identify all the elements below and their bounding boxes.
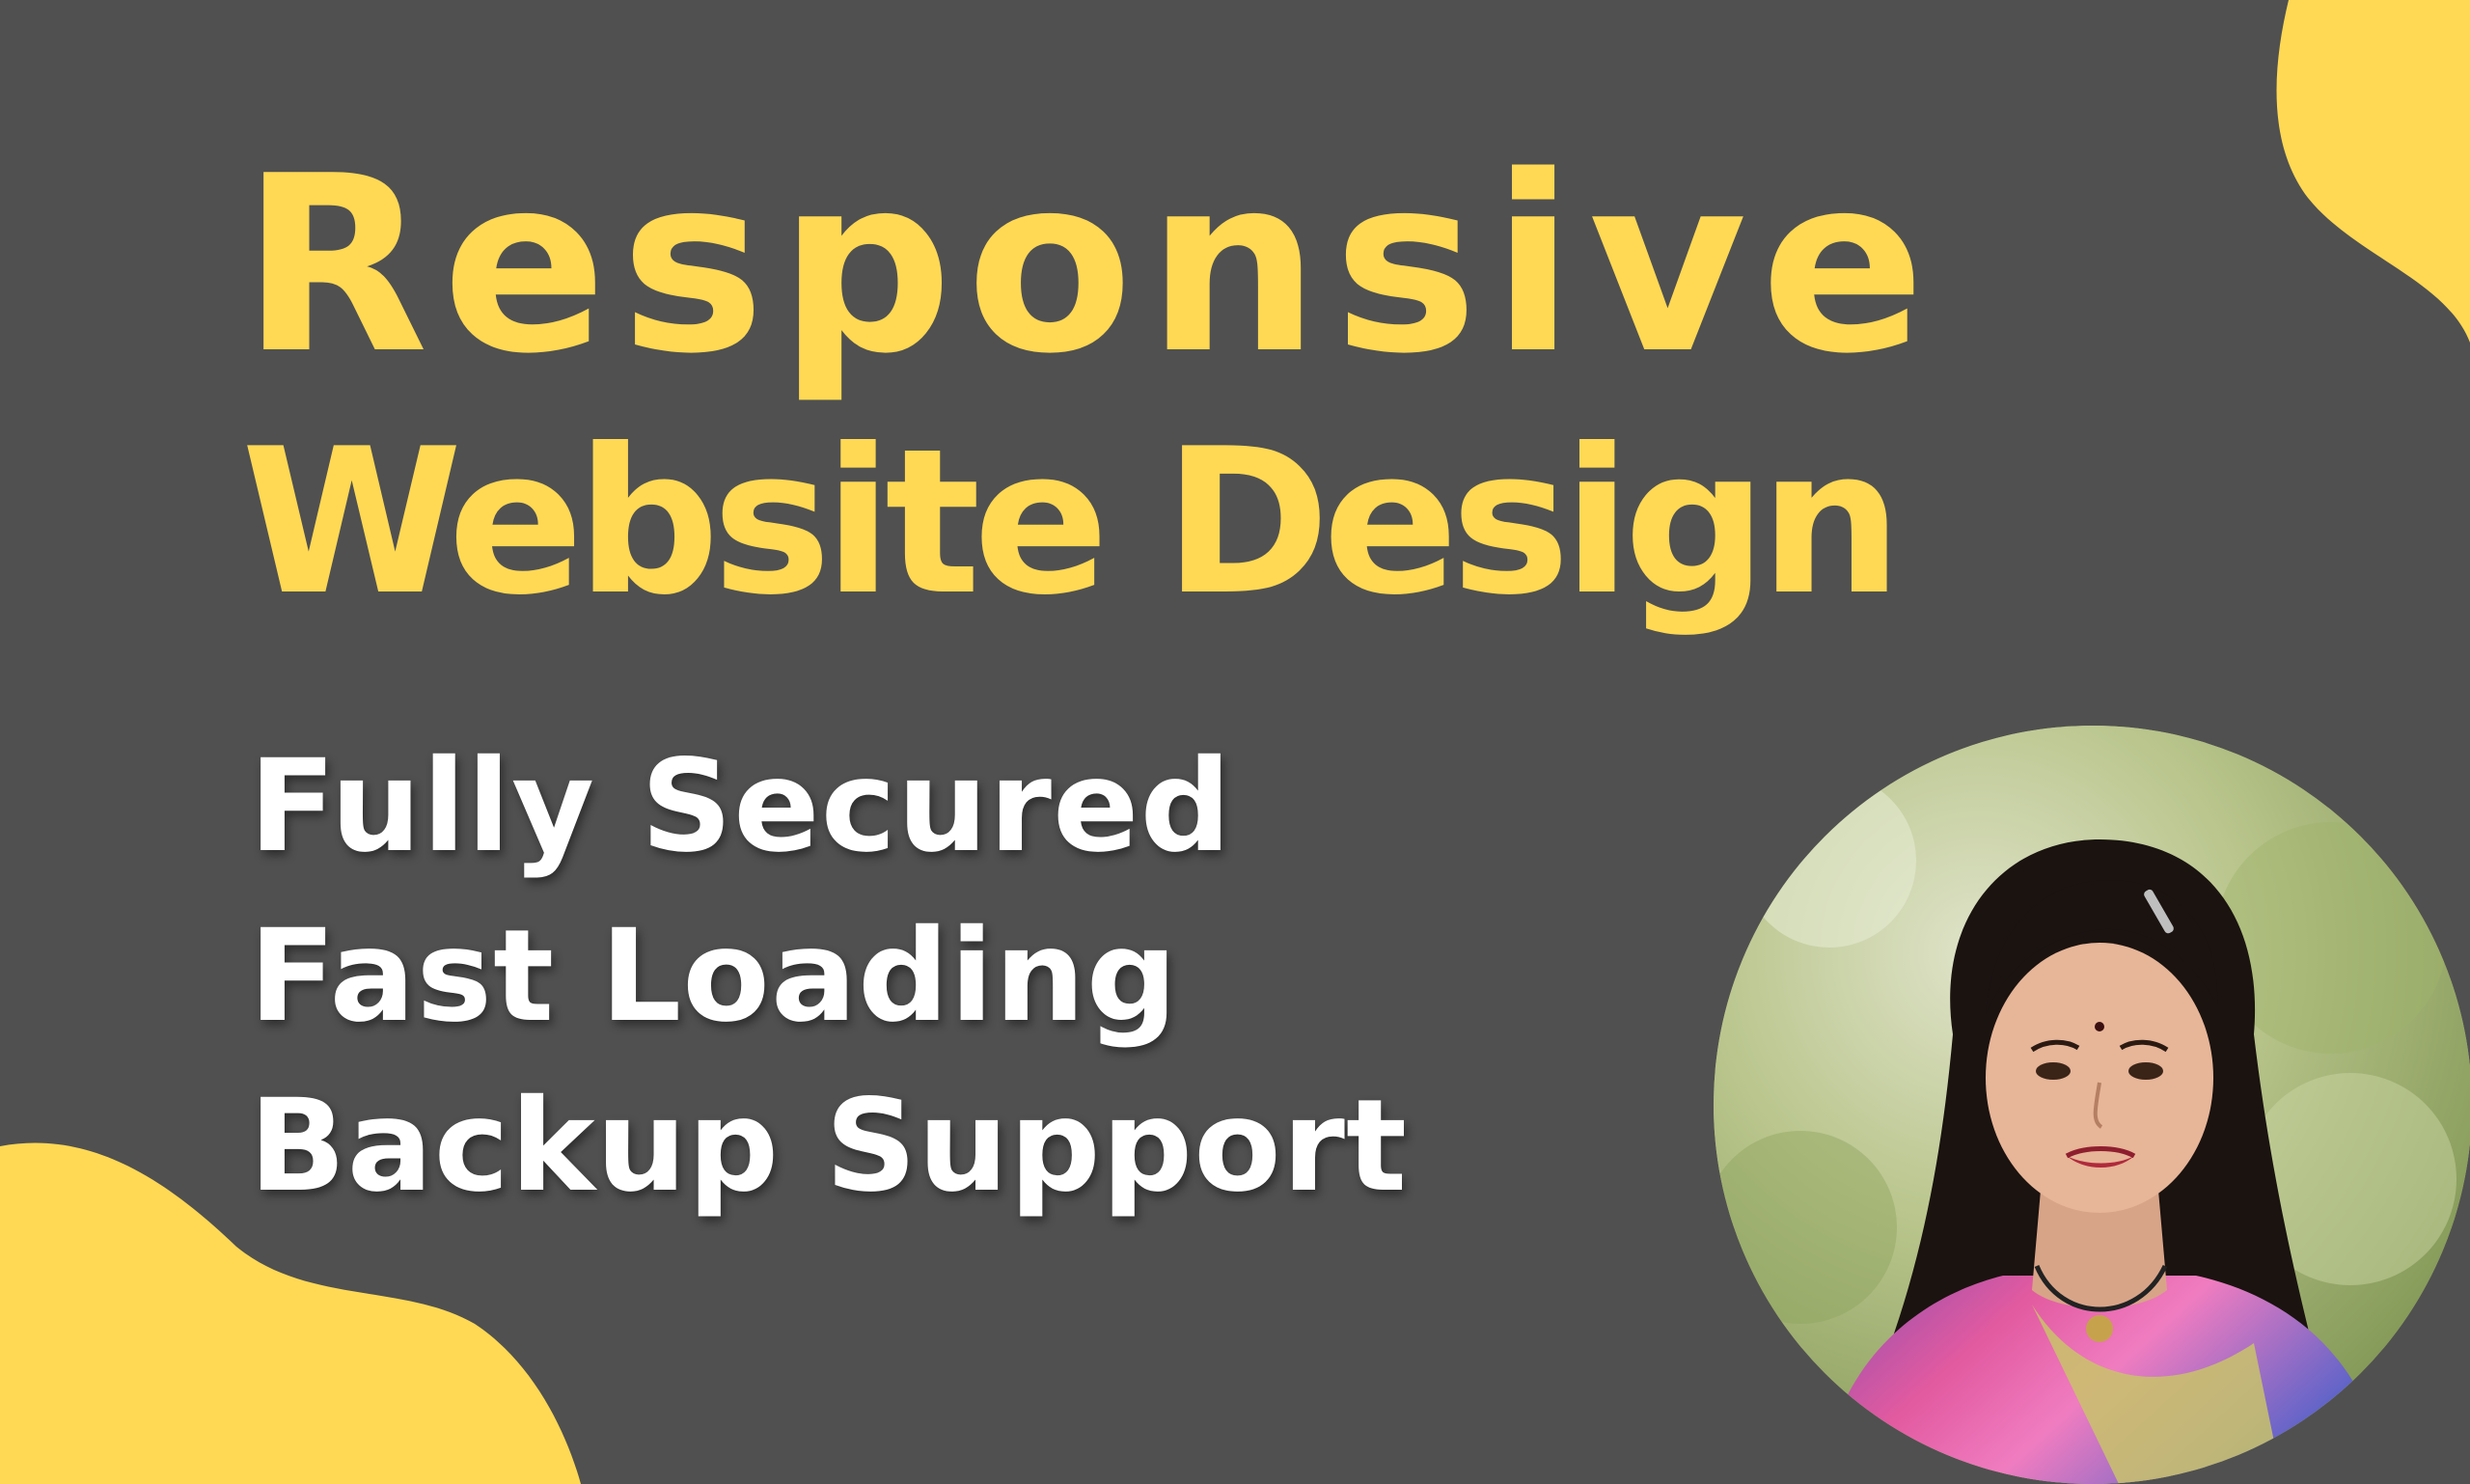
- feature-list: Fully Secured Fast Loading Backup Suppor…: [249, 743, 1408, 1252]
- headline-line-1: Responsive: [241, 124, 1939, 407]
- gig-banner: Responsive Website Design Fully Secured …: [0, 0, 2470, 1484]
- headline-line-2: Website Design: [241, 406, 1903, 640]
- profile-photo: [1714, 726, 2470, 1484]
- feature-item-fully-secured: Fully Secured: [249, 732, 1232, 881]
- feature-item-backup-support: Backup Support: [249, 1072, 1409, 1221]
- feature-item-fast-loading: Fast Loading: [249, 902, 1179, 1051]
- person-photo-icon: [1714, 726, 2470, 1484]
